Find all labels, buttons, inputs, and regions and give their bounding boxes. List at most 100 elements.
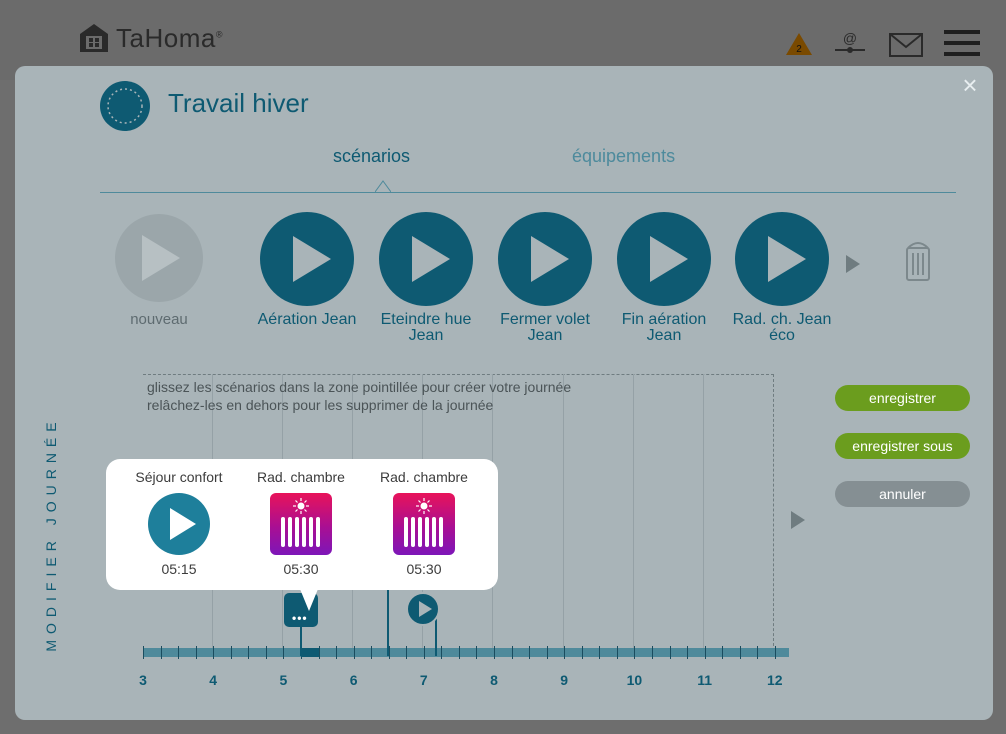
- timeline-tick: [739, 646, 741, 659]
- axis-hour-label: 9: [560, 672, 569, 688]
- scenario-item[interactable]: Aération Jean: [247, 212, 367, 328]
- tab-divider: [100, 192, 956, 193]
- event-time: 05:15: [161, 561, 197, 577]
- edit-day-modal: × Travail hiver scénarios équipements no…: [15, 66, 993, 720]
- mail-icon[interactable]: [889, 33, 923, 57]
- close-icon[interactable]: ×: [959, 72, 981, 98]
- timeline-cursor[interactable]: [301, 648, 319, 657]
- scenario-label: Aération Jean: [257, 311, 357, 328]
- axis-hour-label: 12: [767, 672, 783, 688]
- scenario-item[interactable]: Eteindre hue Jean: [366, 212, 486, 344]
- timeline-tick: [160, 646, 162, 659]
- new-scenario-label: nouveau: [130, 311, 188, 328]
- timeline-tick: [494, 646, 495, 659]
- scenario-label: Eteindre hue Jean: [380, 311, 472, 344]
- popup-pointer: [300, 589, 318, 611]
- trash-icon[interactable]: [905, 240, 931, 282]
- modify-day-label: MODIFIER JOURNÉE: [43, 416, 59, 652]
- play-icon: [617, 212, 711, 306]
- axis-hour-label: 3: [139, 672, 147, 688]
- play-icon: [735, 212, 829, 306]
- brand-name: TaHoma: [116, 22, 216, 53]
- timeline-tick: [423, 646, 425, 659]
- menu-icon[interactable]: [944, 30, 980, 58]
- tahoma-logo: TaHoma®: [78, 22, 223, 54]
- timeline-tick: [546, 646, 548, 659]
- timeline-tick: [651, 646, 653, 659]
- save-as-button[interactable]: enregistrer sous: [835, 433, 970, 459]
- scenario-label: Fin aération Jean: [621, 311, 707, 344]
- timeline-tick: [336, 646, 338, 659]
- scenario-label: Fermer volet Jean: [500, 311, 590, 344]
- event-name: Rad. chambre: [257, 469, 345, 485]
- scenario-item[interactable]: Fermer volet Jean: [485, 212, 605, 344]
- timeline-next-arrow[interactable]: [791, 511, 805, 529]
- tab-indicator: [375, 180, 391, 193]
- timeline-tick: [406, 646, 408, 659]
- drag-hint: glissez les scénarios dans la zone point…: [147, 378, 571, 414]
- event-play-marker[interactable]: [406, 592, 440, 626]
- alert-icon[interactable]: 2: [785, 32, 813, 56]
- home-icon: [80, 24, 108, 52]
- timeline-bar[interactable]: [143, 648, 789, 657]
- axis-hour-label: 10: [626, 672, 643, 688]
- events-popup: Séjour confort 05:15 Rad. chambre 05:30 …: [106, 459, 498, 590]
- popup-event[interactable]: Rad. chambre 05:30: [364, 469, 484, 577]
- timeline-tick: [143, 646, 144, 659]
- timeline-tick: [441, 646, 443, 659]
- axis-hour-label: 4: [209, 672, 218, 688]
- timeline-tick: [265, 646, 267, 659]
- timeline-tick: [195, 646, 197, 659]
- event-name: Séjour confort: [135, 469, 223, 485]
- axis-hour-label: 5: [279, 672, 288, 688]
- alert-count: 2: [796, 44, 802, 55]
- clock-icon: [100, 81, 150, 131]
- timeline-tick: [283, 646, 285, 659]
- timeline-tick: [581, 646, 583, 659]
- radiator-icon: [393, 493, 455, 555]
- timeline-tick: [230, 646, 232, 659]
- event-line: [387, 588, 389, 656]
- new-scenario-button[interactable]: nouveau: [99, 214, 219, 328]
- timeline-tick: [178, 646, 180, 659]
- tab-equipements[interactable]: équipements: [572, 146, 675, 167]
- registered-mark: ®: [215, 28, 223, 39]
- timeline-tick: [669, 646, 671, 659]
- grid-line: [703, 374, 704, 654]
- timeline-tick: [687, 646, 689, 659]
- popup-event[interactable]: Séjour confort 05:15: [119, 469, 239, 577]
- scenario-item[interactable]: Fin aération Jean: [604, 212, 724, 344]
- timeline-tick: [529, 646, 531, 659]
- grid-line: [633, 374, 634, 654]
- network-icon[interactable]: @: [833, 30, 867, 56]
- cancel-button[interactable]: annuler: [835, 481, 970, 507]
- event-name: Rad. chambre: [380, 469, 468, 485]
- play-icon: [379, 212, 473, 306]
- hint-line-1: glissez les scénarios dans la zone point…: [147, 379, 572, 395]
- timeline-tick: [757, 646, 759, 659]
- scenario-item[interactable]: Rad. ch. Jean éco: [722, 212, 842, 344]
- timeline-tick: [371, 646, 373, 659]
- timeline-tick: [616, 646, 618, 659]
- scenario-label: Rad. ch. Jean éco: [732, 311, 832, 344]
- scenarios-next-arrow[interactable]: [846, 255, 860, 273]
- event-time: 05:30: [406, 561, 442, 577]
- tab-scenarios[interactable]: scénarios: [333, 146, 410, 167]
- timeline-tick: [774, 646, 776, 659]
- popup-event[interactable]: Rad. chambre 05:30: [241, 469, 361, 577]
- timeline-tick: [722, 646, 724, 659]
- timeline-tick: [476, 646, 478, 659]
- axis-hour-label: 11: [697, 672, 712, 688]
- timeline-tick: [248, 646, 250, 659]
- axis-hour-label: 6: [349, 672, 358, 688]
- save-button[interactable]: enregistrer: [835, 385, 970, 411]
- timeline-tick: [564, 646, 566, 659]
- modal-title: Travail hiver: [168, 88, 309, 118]
- play-icon: [498, 212, 592, 306]
- timeline-tick: [511, 646, 513, 659]
- timeline-tick: [599, 646, 601, 659]
- hint-line-2: relâchez-les en dehors pour les supprime…: [147, 397, 494, 413]
- play-icon: [148, 493, 210, 555]
- timeline-tick: [353, 646, 355, 659]
- event-time: 05:30: [283, 561, 319, 577]
